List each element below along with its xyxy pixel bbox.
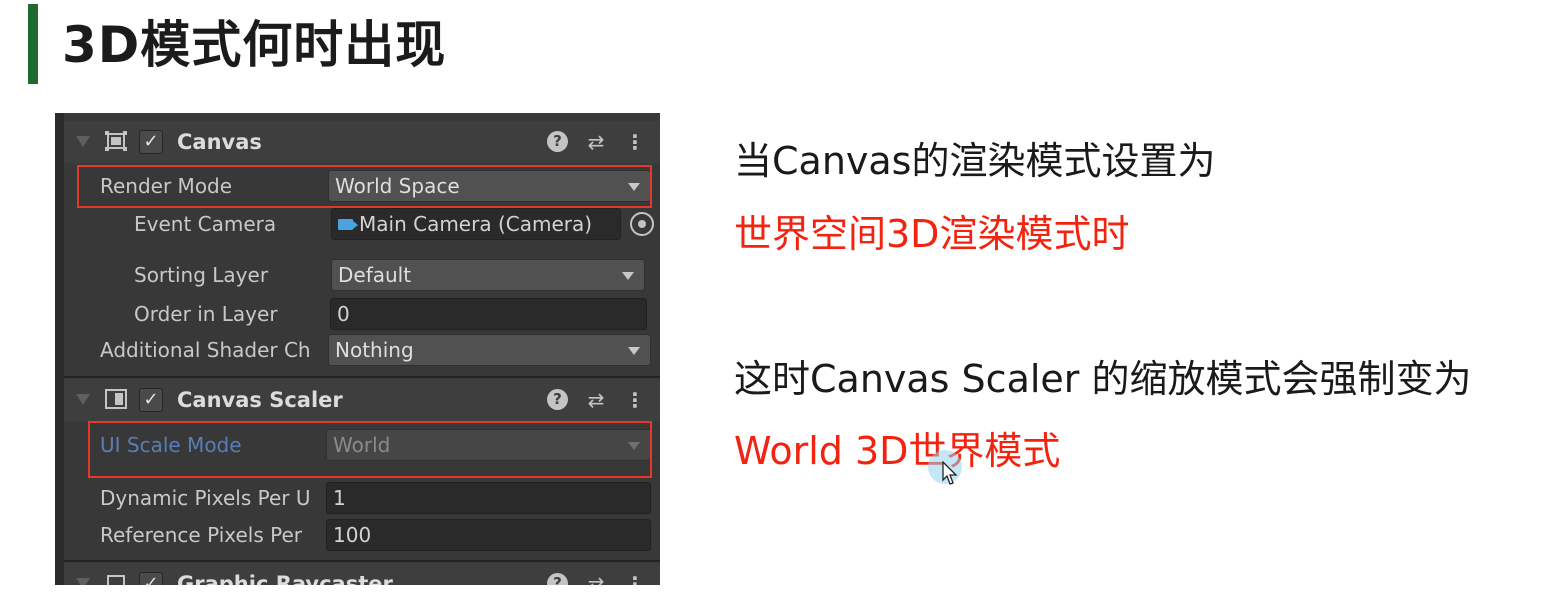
raycaster-icon	[107, 575, 125, 585]
order-in-layer-label: Order in Layer	[134, 302, 278, 326]
help-icon[interactable]: ?	[547, 389, 568, 410]
event-camera-value: Main Camera (Camera)	[359, 212, 593, 236]
canvas-scaler-component-name: Canvas Scaler	[177, 388, 343, 412]
canvas-scaler-enabled-checkbox[interactable]: ✓	[139, 388, 163, 412]
presets-icon[interactable]: ⇄	[584, 572, 608, 585]
canvas-enabled-checkbox[interactable]: ✓	[139, 130, 163, 154]
sorting-layer-dropdown[interactable]: Default	[331, 259, 645, 291]
canvas-scaler-component-header[interactable]: ✓ Canvas Scaler ? ⇄ ⋮	[64, 379, 660, 421]
reference-pixels-field[interactable]: 100	[326, 519, 651, 551]
dynamic-pixels-row: Dynamic Pixels Per U 1	[64, 479, 660, 517]
order-in-layer-row: Order in Layer 0	[64, 295, 660, 333]
additional-shader-dropdown[interactable]: Nothing	[328, 334, 651, 366]
graphic-raycaster-component-header[interactable]: ✓ Graphic Raycaster ? ⇄ ⋮	[64, 563, 660, 585]
canvas-component-name: Canvas	[177, 130, 262, 154]
presets-icon[interactable]: ⇄	[584, 388, 608, 412]
additional-shader-value: Nothing	[335, 338, 414, 362]
object-picker-icon[interactable]	[630, 212, 654, 236]
sorting-layer-row: Sorting Layer Default	[64, 256, 660, 294]
canvas-scaler-icon	[105, 389, 127, 409]
help-icon[interactable]: ?	[547, 131, 568, 152]
foldout-arrow-icon[interactable]	[76, 578, 90, 585]
foldout-arrow-icon[interactable]	[76, 394, 90, 405]
explanation-line-3: 这时Canvas Scaler 的缩放模式会强制变为	[734, 357, 1472, 401]
event-camera-label: Event Camera	[134, 212, 277, 236]
foldout-arrow-icon[interactable]	[76, 136, 90, 147]
sorting-layer-label: Sorting Layer	[134, 263, 269, 287]
event-camera-field[interactable]: Main Camera (Camera)	[331, 208, 621, 240]
explanation-line-4: World 3D世界模式	[734, 429, 1061, 473]
title-accent-bar	[28, 4, 38, 84]
explanation-line-1: 当Canvas的渲染模式设置为	[734, 139, 1216, 183]
component-separator	[64, 376, 660, 378]
dynamic-pixels-field[interactable]: 1	[326, 482, 651, 514]
help-icon[interactable]: ?	[547, 573, 568, 585]
chevron-down-icon	[628, 347, 640, 355]
more-icon[interactable]: ⋮	[623, 130, 647, 154]
canvas-component-header[interactable]: ✓ Canvas ? ⇄ ⋮	[64, 121, 660, 163]
graphic-raycaster-component-name: Graphic Raycaster	[177, 572, 393, 585]
ui-scale-mode-highlight	[88, 421, 652, 478]
component-separator	[64, 560, 660, 562]
chevron-down-icon	[622, 272, 634, 280]
additional-shader-row: Additional Shader Ch Nothing	[64, 331, 660, 369]
order-in-layer-field[interactable]: 0	[330, 298, 647, 330]
canvas-rect-icon	[105, 131, 127, 151]
graphic-raycaster-enabled-checkbox[interactable]: ✓	[139, 572, 163, 585]
reference-pixels-label: Reference Pixels Per	[100, 523, 302, 547]
reference-pixels-row: Reference Pixels Per 100	[64, 516, 660, 554]
camera-icon	[338, 219, 358, 230]
event-camera-row: Event Camera Main Camera (Camera)	[64, 205, 660, 243]
dynamic-pixels-label: Dynamic Pixels Per U	[100, 486, 311, 510]
more-icon[interactable]: ⋮	[623, 572, 647, 585]
mouse-cursor-icon	[942, 461, 958, 485]
more-icon[interactable]: ⋮	[623, 388, 647, 412]
explanation-line-2: 世界空间3D渲染模式时	[734, 212, 1130, 256]
sorting-layer-value: Default	[338, 263, 412, 287]
additional-shader-label: Additional Shader Ch	[100, 338, 311, 362]
render-mode-highlight	[77, 165, 652, 208]
slide-title: 3D模式何时出现	[62, 16, 447, 74]
inspector-gutter	[55, 113, 64, 585]
presets-icon[interactable]: ⇄	[584, 130, 608, 154]
